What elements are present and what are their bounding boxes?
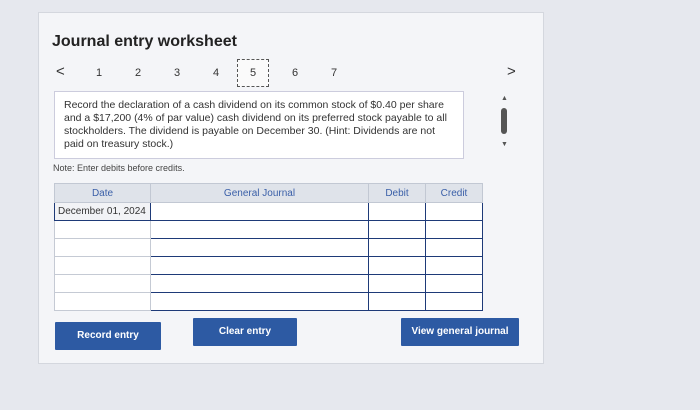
debit-input[interactable] bbox=[368, 274, 426, 293]
debit-input[interactable] bbox=[368, 256, 426, 275]
credit-input[interactable] bbox=[425, 238, 483, 257]
page-4[interactable]: 4 bbox=[213, 67, 219, 79]
credit-input[interactable] bbox=[425, 202, 483, 221]
table-row bbox=[54, 274, 483, 293]
pagination: < 1 2 3 4 5 6 7 > bbox=[0, 59, 700, 87]
date-select[interactable]: December 01, 2024 bbox=[54, 202, 151, 221]
account-select[interactable] bbox=[150, 292, 369, 311]
page-2[interactable]: 2 bbox=[135, 67, 141, 79]
debit-input[interactable] bbox=[368, 220, 426, 239]
credit-input[interactable] bbox=[425, 220, 483, 239]
debit-header: Debit bbox=[368, 183, 426, 203]
table-row bbox=[54, 292, 483, 311]
account-select[interactable] bbox=[150, 274, 369, 293]
page-6[interactable]: 6 bbox=[292, 67, 298, 79]
page-5-current[interactable]: 5 bbox=[237, 59, 269, 87]
page-1[interactable]: 1 bbox=[96, 67, 102, 79]
table-row bbox=[54, 220, 483, 239]
journal-table: Date General Journal Debit Credit Decemb… bbox=[54, 183, 483, 311]
date-cell bbox=[54, 220, 151, 239]
question-prompt: Record the declaration of a cash dividen… bbox=[54, 91, 464, 159]
scroll-down-icon[interactable]: ▼ bbox=[501, 141, 508, 148]
account-select[interactable] bbox=[150, 202, 369, 221]
scroll-thumb[interactable] bbox=[501, 108, 507, 134]
date-cell bbox=[54, 256, 151, 275]
table-row bbox=[54, 256, 483, 275]
debit-input[interactable] bbox=[368, 238, 426, 257]
date-header: Date bbox=[54, 183, 151, 203]
credit-input[interactable] bbox=[425, 292, 483, 311]
clear-entry-button[interactable]: Clear entry bbox=[193, 318, 297, 346]
table-row: December 01, 2024 bbox=[54, 202, 483, 221]
date-cell bbox=[54, 238, 151, 257]
prompt-scrollbar[interactable]: ▲ ▼ bbox=[497, 95, 511, 153]
credit-input[interactable] bbox=[425, 274, 483, 293]
account-select[interactable] bbox=[150, 220, 369, 239]
account-select[interactable] bbox=[150, 256, 369, 275]
account-select[interactable] bbox=[150, 238, 369, 257]
date-cell bbox=[54, 292, 151, 311]
record-entry-button[interactable]: Record entry bbox=[55, 322, 161, 350]
view-general-journal-button[interactable]: View general journal bbox=[401, 318, 519, 346]
date-cell bbox=[54, 274, 151, 293]
credit-input[interactable] bbox=[425, 256, 483, 275]
debit-input[interactable] bbox=[368, 292, 426, 311]
scroll-up-icon[interactable]: ▲ bbox=[501, 95, 508, 102]
instruction-note: Note: Enter debits before credits. bbox=[53, 163, 185, 173]
debit-input[interactable] bbox=[368, 202, 426, 221]
page-7[interactable]: 7 bbox=[331, 67, 337, 79]
prev-page-icon[interactable]: < bbox=[56, 64, 65, 79]
next-page-icon[interactable]: > bbox=[507, 64, 516, 79]
credit-header: Credit bbox=[425, 183, 483, 203]
page-title: Journal entry worksheet bbox=[52, 33, 237, 50]
page-3[interactable]: 3 bbox=[174, 67, 180, 79]
general-journal-header: General Journal bbox=[150, 183, 369, 203]
table-row bbox=[54, 238, 483, 257]
